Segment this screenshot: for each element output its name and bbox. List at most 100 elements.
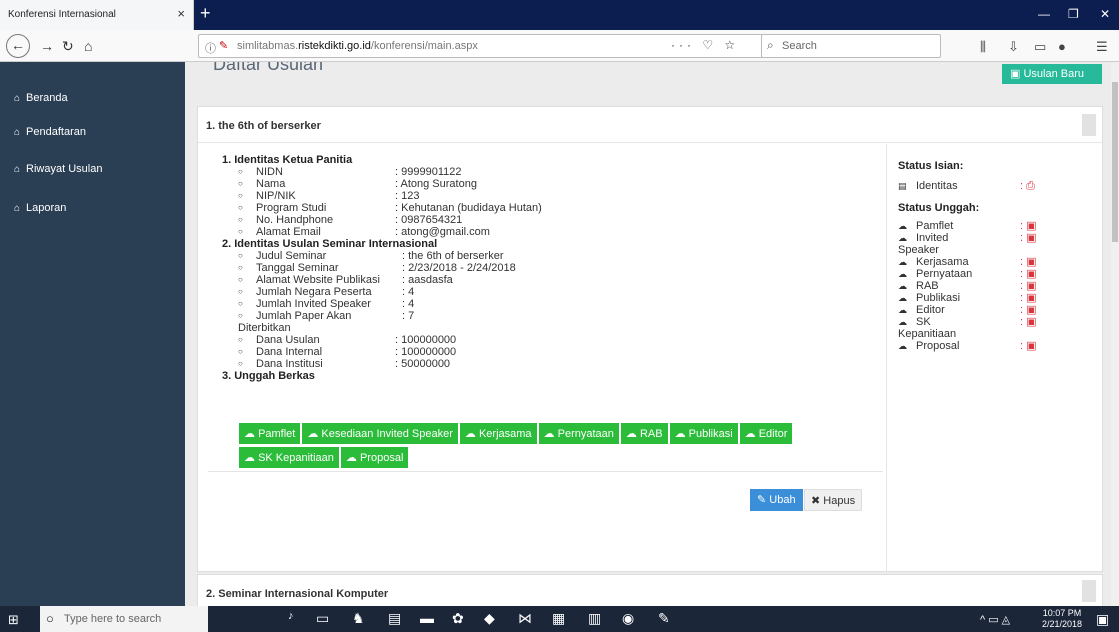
reload-icon[interactable]: ↻: [62, 38, 74, 55]
sidebar-item-pendaftaran[interactable]: ⌂ Pendaftaran: [14, 126, 86, 138]
cortana-icon: ○: [46, 611, 54, 626]
detail-row: ○ Jumlah Invited Speaker: 4: [222, 298, 872, 310]
back-icon[interactable]: ←: [6, 34, 30, 58]
new-tab-button[interactable]: +: [200, 3, 211, 24]
insecure-lock-icon[interactable]: ✎: [219, 39, 228, 52]
pdf-icon[interactable]: ▣: [1023, 340, 1036, 352]
app-icon[interactable]: ◆: [484, 610, 495, 627]
search-placeholder: Search: [782, 40, 817, 52]
tab-close-button[interactable]: ×: [177, 6, 185, 21]
forward-icon[interactable]: →: [40, 38, 54, 54]
status-value: : ▣: [1020, 220, 1037, 232]
proposal-header[interactable]: 2. Seminar Internasional Komputer: [198, 575, 1102, 606]
pdf-icon[interactable]: ▣: [1023, 232, 1036, 244]
new-proposal-button[interactable]: ▣ Usulan Baru: [1002, 64, 1102, 84]
file-explorer-icon[interactable]: ▬: [420, 610, 434, 626]
upload-invited-speaker-button[interactable]: ☁ Kesediaan Invited Speaker: [302, 423, 458, 444]
task-view-icon[interactable]: ▭: [316, 610, 329, 627]
detail-key: Tanggal Seminar: [256, 262, 339, 274]
bullet-icon: ○: [238, 263, 243, 272]
sidebar-item-beranda[interactable]: ⌂ Beranda: [14, 92, 68, 104]
browser-tab[interactable]: Konferensi Internasional ×: [0, 0, 194, 30]
taskbar-search-input[interactable]: ○ Type here to search: [40, 606, 208, 632]
status-value: : ▣: [1020, 304, 1037, 316]
sidebar-toggle-icon[interactable]: ▭: [1034, 39, 1046, 55]
sidebar-item-laporan[interactable]: ⌂ Laporan: [14, 202, 66, 214]
paint-icon[interactable]: ✎: [658, 610, 670, 627]
taskbar: ⊞ ○ Type here to search ♪ ▭ ♞ ▤ ▬ ✿ ◆ ⋈ …: [0, 606, 1119, 632]
plus-icon: ▣: [1010, 68, 1024, 80]
word-icon[interactable]: ▥: [588, 610, 601, 627]
detail-value: : 4: [402, 286, 415, 298]
pdf-icon[interactable]: ▣: [1023, 292, 1036, 304]
scrollbar-thumb[interactable]: [1112, 82, 1118, 242]
status-value: : ▣: [1020, 256, 1037, 268]
menu-icon[interactable]: ☰: [1096, 39, 1108, 55]
print-icon[interactable]: ⎙: [1023, 180, 1035, 192]
account-icon[interactable]: ●: [1058, 39, 1066, 54]
upload-pernyataan-button[interactable]: ☁ Pernyataan: [538, 423, 619, 444]
upload-pamflet-button[interactable]: ☁ Pamflet: [239, 423, 301, 444]
pdf-icon[interactable]: ▣: [1023, 268, 1036, 280]
restore-icon[interactable]: ❐: [1068, 7, 1079, 21]
cloud-upload-icon: ☁: [898, 269, 907, 279]
postgres-icon[interactable]: ♞: [352, 610, 365, 627]
system-clock[interactable]: 10:07 PM 2/21/2018: [1042, 608, 1082, 630]
pdf-icon[interactable]: ▣: [1023, 256, 1036, 268]
upload-button-label: Kesediaan Invited Speaker: [321, 428, 453, 440]
page-actions-icon[interactable]: ··· ♡ ☆: [671, 38, 739, 52]
status-value: : ▣: [1020, 280, 1037, 292]
new-proposal-label: Usulan Baru: [1023, 68, 1084, 80]
upload-sk-kepanitiaan-button[interactable]: ☁ SK Kepanitiaan: [239, 447, 339, 468]
url-path: /konferensi/main.aspx: [370, 40, 478, 52]
close-window-icon[interactable]: ✕: [1100, 7, 1110, 21]
edit-button[interactable]: ✎ Ubah: [750, 489, 803, 511]
detail-key: Dana Usulan: [256, 334, 320, 346]
detail-value: : aasdasfa: [402, 274, 453, 286]
search-input[interactable]: ⌕ Search: [761, 34, 941, 58]
minimize-icon[interactable]: —: [1038, 7, 1050, 21]
delete-button[interactable]: ✖ Hapus: [804, 489, 863, 511]
library-icon[interactable]: ⫼: [980, 39, 986, 55]
app-icon[interactable]: ✿: [452, 610, 464, 627]
info-icon[interactable]: ⓘ: [205, 40, 216, 56]
pdf-icon[interactable]: ▣: [1023, 316, 1036, 328]
microphone-icon[interactable]: ♪: [288, 610, 294, 622]
cloud-upload-icon: ☁: [543, 428, 558, 440]
excel-icon[interactable]: ▦: [552, 610, 565, 627]
page-scrollbar[interactable]: [1111, 62, 1119, 606]
section-title: 2. Identitas Usulan Seminar Internasiona…: [222, 238, 438, 250]
status-unggah-item: ☁ SK: ▣: [898, 316, 1098, 328]
upload-rab-button[interactable]: ☁ RAB: [620, 423, 668, 444]
detail-value: : 100000000: [395, 346, 457, 358]
upload-kerjasama-button[interactable]: ☁ Kerjasama: [459, 423, 537, 444]
sidebar-item-riwayat-usulan[interactable]: ⌂ Riwayat Usulan: [14, 163, 102, 175]
download-icon[interactable]: ⇩: [1008, 39, 1019, 55]
cloud-upload-icon: ☁: [307, 428, 322, 440]
upload-proposal-button[interactable]: ☁ Proposal: [340, 447, 409, 468]
collapse-button[interactable]: [1082, 580, 1096, 602]
upload-publikasi-button[interactable]: ☁ Publikasi: [669, 423, 738, 444]
visual-studio-icon[interactable]: ⋈: [518, 610, 532, 627]
status-label: Pernyataan: [916, 268, 973, 280]
cloud-upload-icon: ☁: [898, 281, 907, 291]
home-icon: ⌂: [14, 127, 21, 138]
store-icon[interactable]: ▤: [388, 610, 401, 627]
pdf-icon[interactable]: ▣: [1023, 304, 1036, 316]
notifications-icon[interactable]: ▣: [1096, 611, 1109, 628]
windows-start-icon[interactable]: ⊞: [8, 612, 19, 628]
pdf-icon[interactable]: ▣: [1023, 220, 1036, 232]
sidebar: ⌂ Beranda ⌂ Pendaftaran ⌂ Riwayat Usulan ⌂ L…: [0, 62, 185, 606]
url-bar[interactable]: ⓘ ✎ simlitabmas.ristekdikti.go.id/konfer…: [198, 34, 941, 58]
status-value: : ▣: [1020, 316, 1037, 328]
upload-editor-button[interactable]: ☁ Editor: [739, 423, 793, 444]
collapse-button[interactable]: [1082, 114, 1096, 136]
browser-nav-bar: ← → ↻ ⌂ ⓘ ✎ simlitabmas.ristekdikti.go.i…: [0, 30, 1119, 62]
system-tray-icons[interactable]: ^ ▭ ◬: [980, 613, 1010, 626]
pdf-icon[interactable]: ▣: [1023, 280, 1036, 292]
home-icon[interactable]: ⌂: [84, 38, 92, 54]
detail-row: ○ Alamat Email: atong@gmail.com: [222, 226, 872, 238]
firefox-icon[interactable]: ◉: [622, 610, 634, 627]
upload-button-label: Pamflet: [258, 428, 296, 440]
proposal-header[interactable]: 1. the 6th of berserker: [198, 107, 1102, 143]
